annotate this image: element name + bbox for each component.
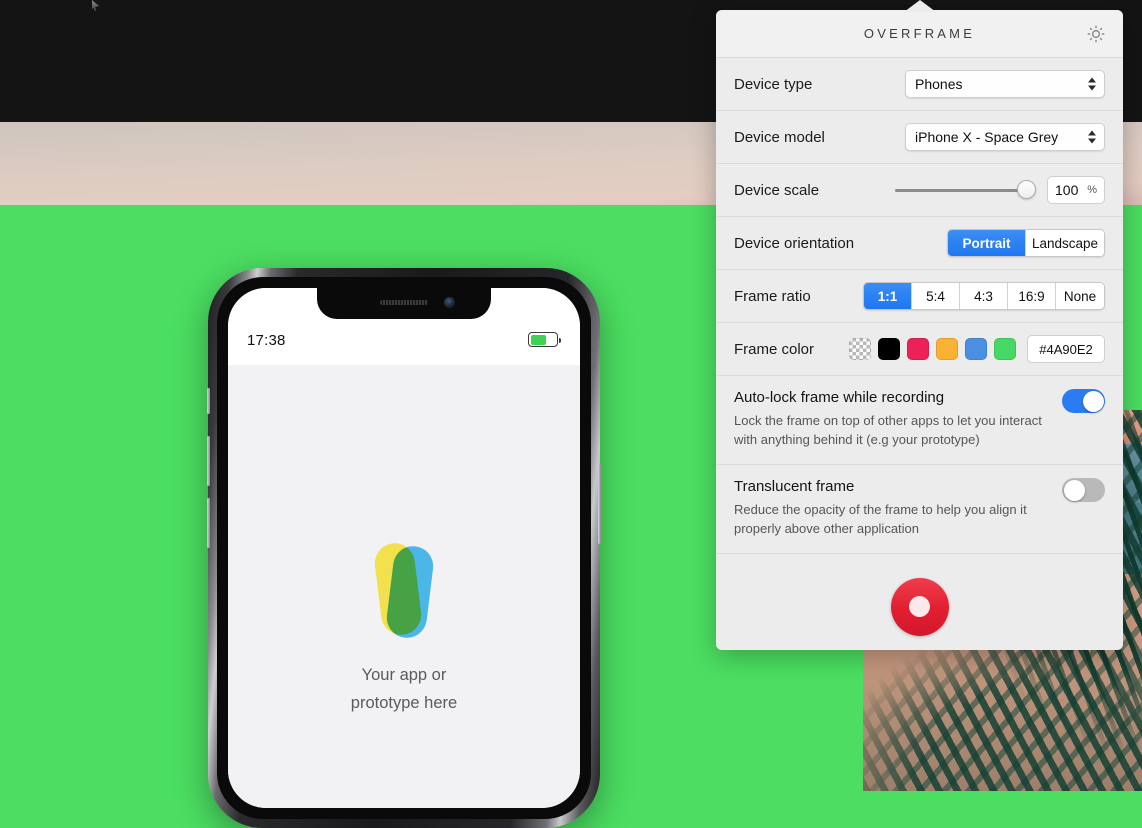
translucent-description: Reduce the opacity of the frame to help … [734,500,1105,538]
swatch-transparent[interactable] [849,338,871,360]
swatch-orange[interactable] [936,338,958,360]
chevron-updown-icon [1088,131,1096,144]
frame-ratio-segmented-control: 1:1 5:4 4:3 16:9 None [863,282,1105,310]
translucent-toggle[interactable] [1062,478,1105,502]
device-model-select[interactable]: iPhone X - Space Grey [905,123,1105,151]
slider-knob[interactable] [1017,180,1036,199]
row-auto-lock-frame: Auto-lock frame while recording Lock the… [716,376,1123,465]
app-caption-line-1: Your app or [228,661,580,689]
segment-ratio-1-1[interactable]: 1:1 [864,283,912,309]
auto-lock-title: Auto-lock frame while recording [734,389,1105,406]
iphone-x-device-frame[interactable]: 17:38 Your app or prototype here [208,268,600,828]
gear-icon[interactable] [1086,24,1106,44]
chevron-updown-icon [1088,78,1096,91]
earpiece-speaker-icon [380,300,428,305]
translucent-title: Translucent frame [734,478,1105,495]
battery-icon [528,332,558,347]
color-swatch-list [849,338,1016,360]
swatch-pink[interactable] [907,338,929,360]
segment-landscape[interactable]: Landscape [1026,230,1104,256]
frame-color-hex-field[interactable]: #4A90E2 [1027,335,1105,363]
frame-color-label: Frame color [734,341,814,358]
mute-switch-button[interactable] [207,388,210,414]
device-orientation-label: Device orientation [734,235,854,252]
row-device-type: Device type Phones [716,58,1123,111]
swatch-green[interactable] [994,338,1016,360]
app-title: OVERFRAME [716,10,1123,58]
device-type-label: Device type [734,76,812,93]
segment-ratio-4-3[interactable]: 4:3 [960,283,1008,309]
status-bar-time: 17:38 [247,332,286,349]
volume-down-button[interactable] [207,498,210,548]
frame-color-hex-value: #4A90E2 [1039,342,1093,357]
swatch-blue[interactable] [965,338,987,360]
frame-ratio-control: 1:1 5:4 4:3 16:9 None [863,282,1105,310]
device-scale-value: 100 [1055,182,1078,198]
row-device-scale: Device scale 100 % [716,164,1123,217]
auto-lock-toggle[interactable] [1062,389,1105,413]
frame-color-control: #4A90E2 [849,335,1105,363]
volume-up-button[interactable] [207,436,210,486]
orientation-segmented-control: Portrait Landscape [947,229,1105,257]
app-placeholder-caption: Your app or prototype here [228,661,580,717]
phone-screen: 17:38 Your app or prototype here [228,288,580,808]
power-button[interactable] [598,464,601,544]
device-scale-control: 100 % [895,176,1105,204]
device-model-label: Device model [734,129,825,146]
record-button-inner [909,596,930,617]
device-orientation-control: Portrait Landscape [947,229,1105,257]
slider-track [895,189,1036,192]
row-device-model: Device model iPhone X - Space Grey [716,111,1123,164]
segment-portrait[interactable]: Portrait [948,230,1026,256]
percent-unit-label: % [1087,184,1097,196]
overframe-popover: OVERFRAME Device type Phones Device mode… [716,10,1123,650]
front-camera-icon [444,297,455,308]
row-device-orientation: Device orientation Portrait Landscape [716,217,1123,270]
record-button[interactable] [891,578,949,636]
device-type-control: Phones [905,70,1105,98]
device-type-select[interactable]: Phones [905,70,1105,98]
segment-ratio-5-4[interactable]: 5:4 [912,283,960,309]
device-type-value: Phones [915,76,962,92]
app-placeholder-logo [372,543,436,641]
device-scale-label: Device scale [734,182,819,199]
auto-lock-description: Lock the frame on top of other apps to l… [734,411,1105,449]
row-frame-ratio: Frame ratio 1:1 5:4 4:3 16:9 None [716,270,1123,323]
app-placeholder-area: Your app or prototype here [228,365,580,808]
phone-notch [317,288,491,319]
battery-fill [531,335,547,345]
record-footer [716,554,1123,650]
segment-ratio-16-9[interactable]: 16:9 [1008,283,1056,309]
device-scale-field[interactable]: 100 % [1047,176,1105,204]
toggle-nub [1064,480,1085,501]
segment-ratio-none[interactable]: None [1056,283,1104,309]
popover-arrow [904,0,936,12]
row-translucent-frame: Translucent frame Reduce the opacity of … [716,465,1123,554]
device-model-control: iPhone X - Space Grey [905,123,1105,151]
swatch-black[interactable] [878,338,900,360]
device-scale-slider[interactable] [895,180,1036,200]
app-caption-line-2: prototype here [228,689,580,717]
frame-ratio-label: Frame ratio [734,288,811,305]
device-model-value: iPhone X - Space Grey [915,129,1058,145]
row-frame-color: Frame color #4A90E2 [716,323,1123,376]
toggle-nub [1083,391,1104,412]
popover-header: OVERFRAME [716,10,1123,58]
